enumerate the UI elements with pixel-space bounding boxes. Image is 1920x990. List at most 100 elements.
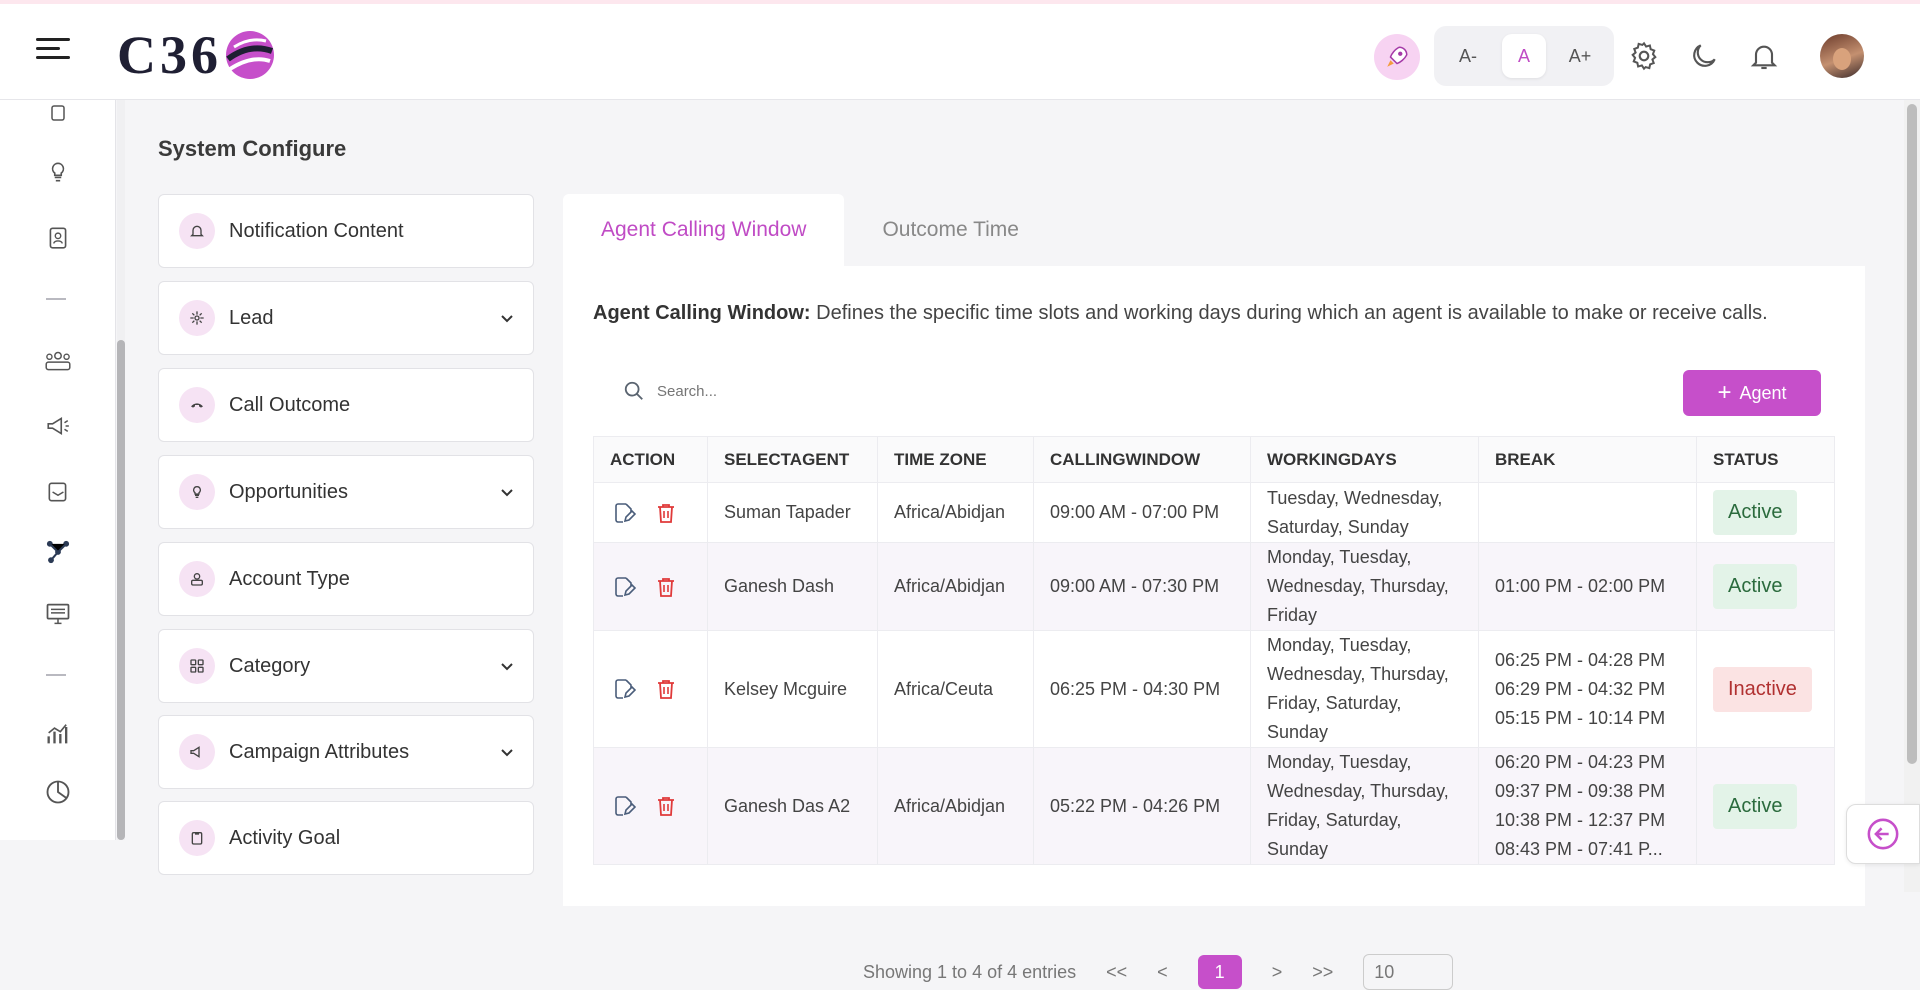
- next-page-button[interactable]: >: [1272, 962, 1283, 983]
- agent-name-cell: Ganesh Das A2: [707, 747, 878, 865]
- bell-icon: [179, 213, 215, 249]
- col-status[interactable]: STATUS: [1696, 436, 1835, 483]
- working-days-cell: Monday, Tuesday, Wednesday, Thursday, Fr…: [1250, 542, 1479, 631]
- sidebar-megaphone-icon[interactable]: [42, 410, 74, 442]
- dark-mode-icon[interactable]: [1688, 40, 1720, 72]
- sidebar-pie-chart-icon[interactable]: [42, 776, 74, 808]
- config-item-opportunities[interactable]: Opportunities: [158, 455, 534, 529]
- logo-text: C36: [117, 25, 222, 85]
- delete-icon[interactable]: [652, 573, 680, 601]
- plus-icon: +: [1717, 379, 1732, 406]
- delete-icon[interactable]: [652, 675, 680, 703]
- sidebar-flow-icon[interactable]: [42, 536, 74, 568]
- logo[interactable]: C36: [117, 24, 276, 86]
- menu-toggle-icon[interactable]: [36, 38, 70, 66]
- font-increase-button[interactable]: A+: [1558, 34, 1602, 78]
- user-avatar[interactable]: [1820, 34, 1864, 78]
- user-card-icon: [179, 561, 215, 597]
- agent-calling-window-table: ACTION SELECTAGENT TIME ZONE CALLINGWIND…: [593, 436, 1835, 865]
- prev-page-button[interactable]: <: [1157, 962, 1168, 983]
- sidebar-building-icon[interactable]: [42, 96, 74, 128]
- time-zone-cell: Africa/Ceuta: [877, 630, 1034, 748]
- col-action[interactable]: ACTION: [593, 436, 708, 483]
- sidebar-monitor-icon[interactable]: [42, 598, 74, 630]
- calling-window-cell: 06:25 PM - 04:30 PM: [1033, 630, 1251, 748]
- config-item-notification-content[interactable]: Notification Content: [158, 194, 534, 268]
- config-item-label: Activity Goal: [229, 826, 341, 849]
- collapse-panel-button[interactable]: [1846, 804, 1920, 864]
- status-badge[interactable]: Inactive: [1713, 666, 1812, 712]
- sidebar-bulb-icon[interactable]: [42, 156, 74, 188]
- main-content: System Configure Notification Content Le…: [126, 100, 1896, 990]
- pagination: Showing 1 to 4 of 4 entries << < 1 > >> …: [863, 954, 1454, 990]
- status-badge[interactable]: Active: [1713, 490, 1798, 535]
- delete-icon[interactable]: [652, 792, 680, 820]
- break-slot: 08:43 PM - 07:41 P...: [1495, 839, 1663, 859]
- chevron-down-icon: [501, 663, 513, 671]
- config-item-activity-goal[interactable]: Activity Goal: [158, 801, 534, 875]
- col-callingwindow[interactable]: CALLINGWINDOW: [1033, 436, 1251, 483]
- font-reset-button[interactable]: A: [1502, 34, 1546, 78]
- config-item-category[interactable]: Category: [158, 629, 534, 703]
- last-page-button[interactable]: >>: [1312, 962, 1333, 983]
- sidebar-team-icon[interactable]: [42, 344, 74, 376]
- add-agent-button[interactable]: + Agent: [1683, 370, 1821, 416]
- config-item-lead[interactable]: Lead: [158, 281, 534, 355]
- status-cell: Active: [1696, 482, 1835, 543]
- chevron-down-icon: [501, 315, 513, 323]
- edit-icon[interactable]: [610, 499, 638, 527]
- col-workingdays[interactable]: WORKINGDAYS: [1250, 436, 1479, 483]
- config-item-campaign-attributes[interactable]: Campaign Attributes: [158, 715, 534, 789]
- col-time-zone[interactable]: TIME ZONE: [877, 436, 1034, 483]
- sidebar-contacts-icon[interactable]: [42, 222, 74, 254]
- current-page-button[interactable]: 1: [1197, 955, 1242, 989]
- edit-icon[interactable]: [610, 792, 638, 820]
- calling-window-cell: 05:22 PM - 04:26 PM: [1033, 747, 1251, 865]
- delete-icon[interactable]: [652, 499, 680, 527]
- sidebar-mail-icon[interactable]: [42, 476, 74, 508]
- status-badge[interactable]: Active: [1713, 783, 1798, 829]
- break-slot: 06:25 PM - 04:28 PM: [1495, 649, 1666, 670]
- edit-icon[interactable]: [610, 573, 638, 601]
- search-input[interactable]: [657, 382, 957, 400]
- search-icon: [624, 381, 643, 400]
- font-decrease-button[interactable]: A-: [1446, 34, 1490, 78]
- sidebar: [0, 100, 116, 840]
- gear-icon[interactable]: [1628, 40, 1660, 72]
- calling-window-cell: 09:00 AM - 07:30 PM: [1033, 542, 1251, 631]
- agent-name-cell: Ganesh Dash: [707, 542, 878, 631]
- sidebar-analytics-icon[interactable]: [42, 718, 74, 750]
- config-item-label: Account Type: [229, 567, 350, 590]
- break-slot: 01:00 PM - 02:00 PM: [1495, 576, 1666, 596]
- config-item-label: Campaign Attributes: [229, 740, 410, 763]
- config-item-account-type[interactable]: Account Type: [158, 542, 534, 616]
- page-scrollbar[interactable]: [1904, 100, 1920, 892]
- edit-icon[interactable]: [610, 675, 638, 703]
- working-days-cell: Monday, Tuesday, Wednesday, Thursday, Fr…: [1250, 747, 1479, 865]
- action-cell: [593, 482, 708, 543]
- config-item-call-outcome[interactable]: Call Outcome: [158, 368, 534, 442]
- config-item-label: Notification Content: [229, 219, 404, 242]
- break-slot: 06:20 PM - 04:23 PM: [1495, 752, 1666, 772]
- col-break[interactable]: BREAK: [1478, 436, 1697, 483]
- table-row: Kelsey Mcguire Africa/Ceuta 06:25 PM - 04:…: [593, 630, 1835, 748]
- tab-outcome-time[interactable]: Outcome Time: [844, 194, 1057, 266]
- page-scrollbar-thumb[interactable]: [1907, 104, 1917, 764]
- rocket-icon[interactable]: [1374, 34, 1420, 80]
- tab-agent-calling-window[interactable]: Agent Calling Window: [563, 194, 845, 266]
- status-badge[interactable]: Active: [1713, 564, 1798, 609]
- bulb-icon: [179, 474, 215, 510]
- chevron-down-icon: [501, 749, 513, 757]
- section-description: Agent Calling Window: Defines the specif…: [593, 302, 1768, 325]
- col-selectagent[interactable]: SELECTAGENT: [707, 436, 878, 483]
- logo-globe-icon: [226, 31, 274, 79]
- sidebar-scrollbar-thumb[interactable]: [117, 340, 125, 840]
- status-cell: Active: [1696, 542, 1835, 631]
- clipboard-icon: [179, 820, 215, 856]
- status-cell: Inactive: [1696, 630, 1835, 748]
- break-cell: [1478, 482, 1697, 543]
- app-header: C36 A- A A+: [0, 4, 1920, 100]
- first-page-button[interactable]: <<: [1106, 962, 1127, 983]
- page-size-select[interactable]: 10: [1363, 954, 1454, 990]
- bell-icon[interactable]: [1748, 40, 1780, 72]
